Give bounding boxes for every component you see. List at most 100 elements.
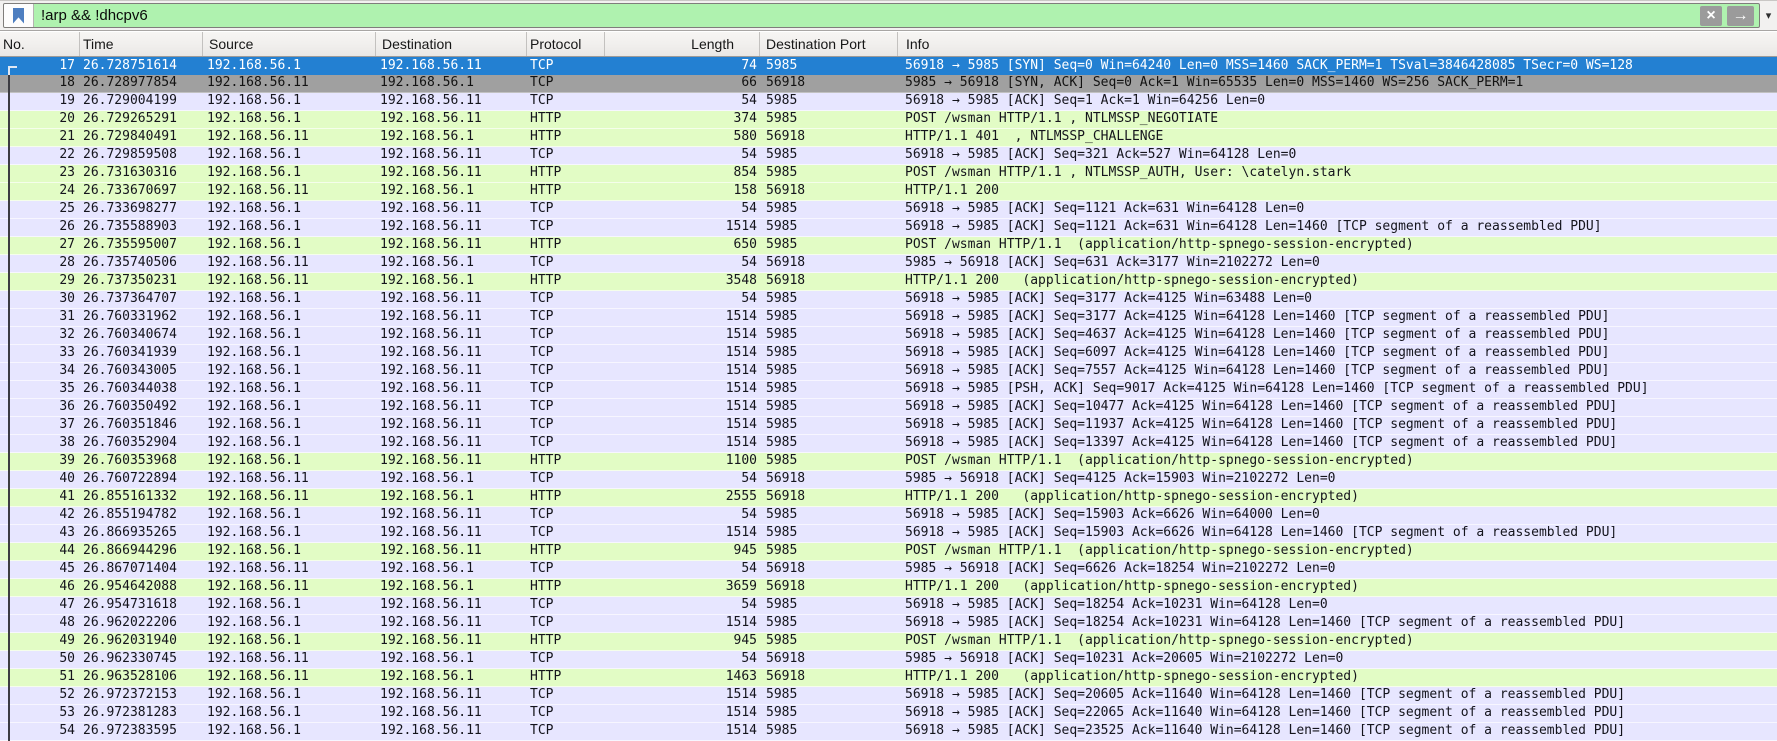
cell-time: 26.729859508 (83, 147, 177, 162)
column-header-source[interactable]: Source (203, 32, 376, 56)
packet-row-19[interactable]: 19 26.729004199 192.168.56.1 192.168.56.11 T… (0, 93, 1777, 111)
packet-row-21[interactable]: 21 26.729840491 192.168.56.11 192.168.56.1 H… (0, 129, 1777, 147)
filter-bookmark-button[interactable] (4, 4, 34, 27)
cell-length: 1514 (725, 435, 757, 450)
packet-row-45[interactable]: 45 26.867071404 192.168.56.11 192.168.56.1 T… (0, 561, 1777, 579)
cell-protocol: TCP (530, 381, 554, 396)
cell-no: 53 (59, 705, 75, 720)
packet-row-32[interactable]: 32 26.760340674 192.168.56.1 192.168.56.11 T… (0, 327, 1777, 345)
cell-info: 56918 → 5985 [ACK] Seq=20605 Ack=11640 W… (905, 687, 1626, 702)
packet-row-54[interactable]: 54 26.972383595 192.168.56.1 192.168.56.11 T… (0, 723, 1777, 741)
cell-dstport: 56918 (766, 651, 806, 666)
cell-destination: 192.168.56.1 (380, 129, 474, 144)
display-filter-input[interactable]: !arp && !dhcpv6 (34, 4, 1700, 27)
cell-dstport: 5985 (766, 363, 798, 378)
cell-destination: 192.168.56.11 (380, 309, 482, 324)
packet-row-37[interactable]: 37 26.760351846 192.168.56.1 192.168.56.11 T… (0, 417, 1777, 435)
cell-no: 30 (59, 291, 75, 306)
filter-toolbar: !arp && !dhcpv6 × → ▾ (0, 1, 1777, 31)
packet-row-26[interactable]: 26 26.735588903 192.168.56.1 192.168.56.11 T… (0, 219, 1777, 237)
cell-destination: 192.168.56.11 (380, 453, 482, 468)
packet-row-28[interactable]: 28 26.735740506 192.168.56.11 192.168.56.1 T… (0, 255, 1777, 273)
packet-row-25[interactable]: 25 26.733698277 192.168.56.1 192.168.56.11 T… (0, 201, 1777, 219)
column-header-dstport[interactable]: Destination Port (760, 32, 898, 56)
cell-dstport: 5985 (766, 633, 798, 648)
packet-row-53[interactable]: 53 26.972381283 192.168.56.1 192.168.56.11 T… (0, 705, 1777, 723)
packet-row-24[interactable]: 24 26.733670697 192.168.56.11 192.168.56.1 H… (0, 183, 1777, 201)
cell-source: 192.168.56.1 (207, 723, 301, 738)
cell-destination: 192.168.56.11 (380, 147, 482, 162)
packet-row-34[interactable]: 34 26.760343005 192.168.56.1 192.168.56.11 T… (0, 363, 1777, 381)
packet-row-27[interactable]: 27 26.735595007 192.168.56.1 192.168.56.11 H… (0, 237, 1777, 255)
column-header-info[interactable]: Info (898, 32, 1777, 56)
cell-protocol: TCP (530, 75, 554, 90)
cell-destination: 192.168.56.11 (380, 291, 482, 306)
cell-no: 23 (59, 165, 75, 180)
packet-row-50[interactable]: 50 26.962330745 192.168.56.11 192.168.56.1 T… (0, 651, 1777, 669)
packet-row-46[interactable]: 46 26.954642088 192.168.56.11 192.168.56.1 H… (0, 579, 1777, 597)
cell-protocol: HTTP (530, 237, 562, 252)
packet-row-17[interactable]: 17 26.728751614 192.168.56.1 192.168.56.11 T… (0, 57, 1777, 75)
cell-dstport: 56918 (766, 183, 806, 198)
cell-length: 54 (741, 147, 757, 162)
packet-row-52[interactable]: 52 26.972372153 192.168.56.1 192.168.56.11 T… (0, 687, 1777, 705)
packet-row-43[interactable]: 43 26.866935265 192.168.56.1 192.168.56.11 T… (0, 525, 1777, 543)
display-filter-field[interactable]: !arp && !dhcpv6 × → (3, 3, 1760, 28)
cell-length: 854 (733, 165, 757, 180)
cell-no: 37 (59, 417, 75, 432)
cell-protocol: HTTP (530, 669, 562, 684)
cell-time: 26.760351846 (83, 417, 177, 432)
cell-protocol: TCP (530, 615, 554, 630)
cell-no: 34 (59, 363, 75, 378)
packet-row-48[interactable]: 48 26.962022206 192.168.56.1 192.168.56.11 T… (0, 615, 1777, 633)
packet-row-49[interactable]: 49 26.962031940 192.168.56.1 192.168.56.11 H… (0, 633, 1777, 651)
packet-row-41[interactable]: 41 26.855161332 192.168.56.11 192.168.56.1 H… (0, 489, 1777, 507)
cell-protocol: TCP (530, 687, 554, 702)
cell-time: 26.972372153 (83, 687, 177, 702)
cell-no: 45 (59, 561, 75, 576)
filter-expression-dropdown-icon[interactable]: ▾ (1760, 9, 1774, 22)
column-header-time[interactable]: Time (80, 32, 203, 56)
packet-row-31[interactable]: 31 26.760331962 192.168.56.1 192.168.56.11 T… (0, 309, 1777, 327)
packet-row-20[interactable]: 20 26.729265291 192.168.56.1 192.168.56.11 H… (0, 111, 1777, 129)
cell-length: 1514 (725, 723, 757, 738)
packet-row-33[interactable]: 33 26.760341939 192.168.56.1 192.168.56.11 T… (0, 345, 1777, 363)
cell-length: 54 (741, 471, 757, 486)
cell-info: 56918 → 5985 [PSH, ACK] Seq=9017 Ack=412… (905, 381, 1649, 396)
cell-info: HTTP/1.1 200 (application/http-spnego-se… (905, 579, 1359, 594)
packet-row-23[interactable]: 23 26.731630316 192.168.56.1 192.168.56.11 H… (0, 165, 1777, 183)
cell-length: 3548 (725, 273, 757, 288)
cell-destination: 192.168.56.1 (380, 669, 474, 684)
cell-source: 192.168.56.1 (207, 147, 301, 162)
cell-protocol: HTTP (530, 183, 562, 198)
cell-dstport: 56918 (766, 471, 806, 486)
packet-row-22[interactable]: 22 26.729859508 192.168.56.1 192.168.56.11 T… (0, 147, 1777, 165)
packet-row-47[interactable]: 47 26.954731618 192.168.56.1 192.168.56.11 T… (0, 597, 1777, 615)
packet-row-18[interactable]: 18 26.728977854 192.168.56.11 192.168.56.1 T… (0, 75, 1777, 93)
packet-row-44[interactable]: 44 26.866944296 192.168.56.1 192.168.56.11 H… (0, 543, 1777, 561)
packet-list[interactable]: 17 26.728751614 192.168.56.1 192.168.56.11 T… (0, 57, 1777, 741)
column-header-no[interactable]: No. (0, 32, 80, 56)
packet-row-36[interactable]: 36 26.760350492 192.168.56.1 192.168.56.11 T… (0, 399, 1777, 417)
filter-apply-button[interactable]: → (1727, 5, 1754, 26)
packet-row-51[interactable]: 51 26.963528106 192.168.56.11 192.168.56.1 H… (0, 669, 1777, 687)
packet-row-38[interactable]: 38 26.760352904 192.168.56.1 192.168.56.11 T… (0, 435, 1777, 453)
cell-source: 192.168.56.1 (207, 291, 301, 306)
packet-row-42[interactable]: 42 26.855194782 192.168.56.1 192.168.56.11 T… (0, 507, 1777, 525)
column-header-destination[interactable]: Destination (376, 32, 527, 56)
packet-row-40[interactable]: 40 26.760722894 192.168.56.11 192.168.56.1 T… (0, 471, 1777, 489)
packet-row-35[interactable]: 35 26.760344038 192.168.56.1 192.168.56.11 T… (0, 381, 1777, 399)
cell-destination: 192.168.56.11 (380, 219, 482, 234)
cell-destination: 192.168.56.1 (380, 183, 474, 198)
packet-row-30[interactable]: 30 26.737364707 192.168.56.1 192.168.56.11 T… (0, 291, 1777, 309)
column-header-protocol[interactable]: Protocol (527, 32, 605, 56)
cell-source: 192.168.56.11 (207, 489, 309, 504)
packet-row-29[interactable]: 29 26.737350231 192.168.56.11 192.168.56.1 H… (0, 273, 1777, 291)
cell-length: 1100 (725, 453, 757, 468)
cell-no: 31 (59, 309, 75, 324)
cell-time: 26.729004199 (83, 93, 177, 108)
cell-protocol: TCP (530, 471, 554, 486)
packet-row-39[interactable]: 39 26.760353968 192.168.56.1 192.168.56.11 H… (0, 453, 1777, 471)
filter-clear-button[interactable]: × (1700, 5, 1722, 26)
column-header-length[interactable]: Length (605, 32, 760, 56)
